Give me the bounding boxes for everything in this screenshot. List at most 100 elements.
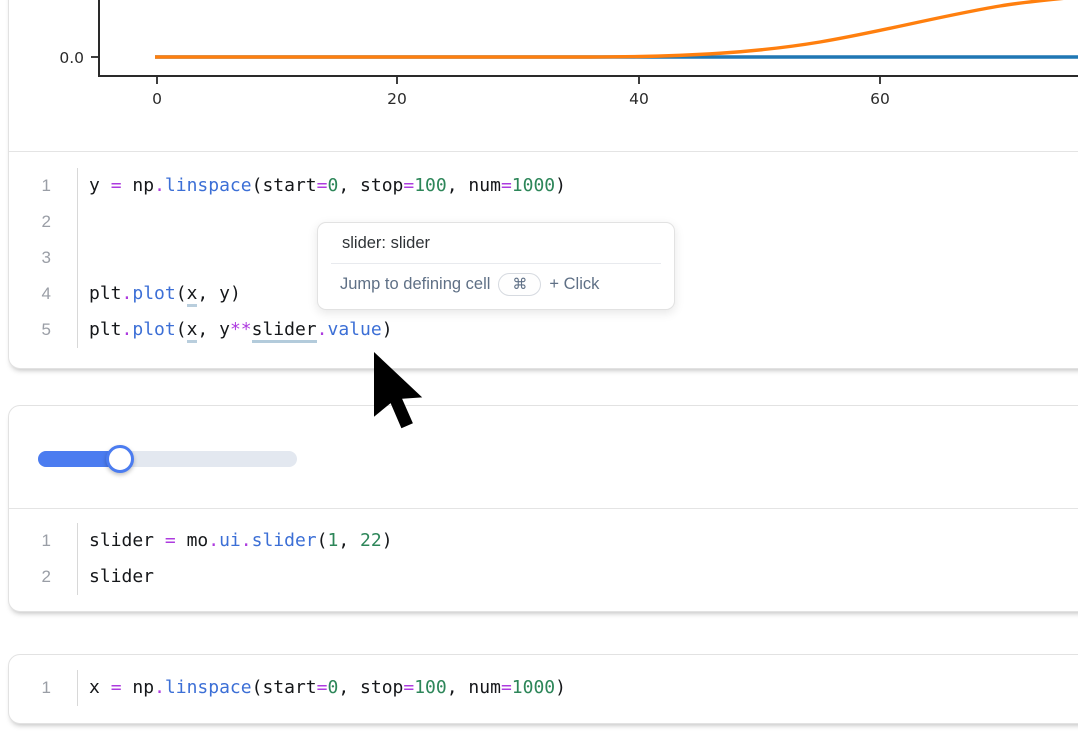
code-token: num xyxy=(468,677,501,698)
code-token xyxy=(458,175,469,196)
x-tick-label: 60 xyxy=(870,90,890,108)
code-line[interactable]: y = np.linspace(start=0, stop=100, num=1… xyxy=(78,168,566,204)
code-token[interactable]: x xyxy=(187,283,198,307)
cell-output-chart: 0.0 0 20 40 60 xyxy=(0,0,1078,151)
code-line[interactable] xyxy=(78,240,89,276)
notebook-cell-slider[interactable]: 1slider = mo.ui.slider(1, 22)2 slider xyxy=(8,405,1078,612)
line-number: 2 xyxy=(9,559,78,595)
code-token: = xyxy=(403,175,414,196)
code-line[interactable]: x = np.linspace(start=0, stop=100, num=1… xyxy=(78,670,566,706)
notebook-cell-plot[interactable]: 0.0 0 20 40 60 1y = np.linspace(start=0,… xyxy=(8,0,1078,369)
command-key-icon: ⌘ xyxy=(498,273,541,296)
code-token: 100 xyxy=(414,175,447,196)
code-token xyxy=(176,530,187,551)
variable-tooltip: slider: slider Jump to defining cell ⌘ +… xyxy=(317,222,675,310)
code-token: plt xyxy=(89,319,122,340)
code-token: . xyxy=(317,319,328,340)
line-number: 1 xyxy=(9,168,78,204)
code-editor[interactable]: 1slider = mo.ui.slider(1, 22)2 slider xyxy=(9,509,1078,595)
slider-reference-underlined[interactable]: slider xyxy=(252,319,317,343)
code-token: . xyxy=(122,283,133,304)
code-token: start xyxy=(262,677,316,698)
code-token xyxy=(208,283,219,304)
code-token xyxy=(349,530,360,551)
line-number: 1 xyxy=(9,523,78,559)
code-token: = xyxy=(501,677,512,698)
line-number: 5 xyxy=(9,312,78,348)
code-token: , xyxy=(338,677,349,698)
code-token xyxy=(208,319,219,340)
code-token: mo xyxy=(187,530,209,551)
code-token: ( xyxy=(317,530,328,551)
code-token: ) xyxy=(382,319,393,340)
code-token: , xyxy=(447,175,458,196)
matplotlib-chart: 0.0 0 20 40 60 xyxy=(0,0,1078,151)
code-token: plot xyxy=(132,319,175,340)
code-token: 22 xyxy=(360,530,382,551)
code-token: ( xyxy=(252,677,263,698)
x-tick-label: 20 xyxy=(387,90,407,108)
slider-thumb[interactable] xyxy=(106,445,134,473)
code-token xyxy=(122,677,133,698)
code-token: start xyxy=(262,175,316,196)
code-token: = xyxy=(165,530,176,551)
code-token: 1 xyxy=(328,530,339,551)
series-line-orange xyxy=(155,0,1078,57)
code-token: np xyxy=(132,175,154,196)
code-token: ( xyxy=(252,175,263,196)
code-token: plot xyxy=(132,283,175,304)
tooltip-click-hint: + Click xyxy=(549,275,599,294)
code-row[interactable]: 1slider = mo.ui.slider(1, 22) xyxy=(9,523,1078,559)
code-token: = xyxy=(317,175,328,196)
notebook-cell-x[interactable]: 1x = np.linspace(start=0, stop=100, num=… xyxy=(8,654,1078,724)
code-token: = xyxy=(111,175,122,196)
code-token: value xyxy=(328,319,382,340)
code-token: ) xyxy=(382,530,393,551)
code-token: slider xyxy=(89,566,154,587)
code-token: ) xyxy=(555,175,566,196)
code-line[interactable]: plt.plot(x, y) xyxy=(78,276,241,312)
code-token: 100 xyxy=(414,677,447,698)
code-token: 1000 xyxy=(512,175,555,196)
code-token: ( xyxy=(176,319,187,340)
slider[interactable] xyxy=(38,451,297,467)
code-row[interactable]: 5plt.plot(x, y**slider.value) xyxy=(9,312,1078,348)
code-token xyxy=(100,175,111,196)
code-token xyxy=(458,677,469,698)
tooltip-action-label[interactable]: Jump to defining cell xyxy=(340,275,490,294)
x-tick-label: 40 xyxy=(629,90,649,108)
code-token: ** xyxy=(230,319,252,340)
code-token: y xyxy=(219,319,230,340)
code-token: x xyxy=(89,677,100,698)
code-token: , xyxy=(338,175,349,196)
code-token: , xyxy=(197,319,208,340)
code-editor[interactable]: 1x = np.linspace(start=0, stop=100, num=… xyxy=(9,655,1078,706)
code-token: 0 xyxy=(327,677,338,698)
code-token: np xyxy=(132,677,154,698)
code-token: . xyxy=(122,319,133,340)
code-token: , xyxy=(447,677,458,698)
code-line[interactable] xyxy=(78,204,89,240)
code-token: 1000 xyxy=(512,677,555,698)
code-token xyxy=(100,677,111,698)
line-number: 3 xyxy=(9,240,78,276)
code-token: y xyxy=(89,175,100,196)
code-token: = xyxy=(317,677,328,698)
x-tick-marks xyxy=(157,76,880,84)
code-token: . xyxy=(154,677,165,698)
code-row[interactable]: 1x = np.linspace(start=0, stop=100, num=… xyxy=(9,670,1078,706)
code-token: slider xyxy=(252,530,317,551)
code-token: = xyxy=(403,677,414,698)
code-token: stop xyxy=(360,677,403,698)
code-row[interactable]: 1y = np.linspace(start=0, stop=100, num=… xyxy=(9,168,1078,204)
code-row[interactable]: 2 slider xyxy=(9,559,1078,595)
code-line[interactable]: slider = mo.ui.slider(1, 22) xyxy=(78,523,393,559)
code-token: plt xyxy=(89,283,122,304)
y-tick-label: 0.0 xyxy=(59,49,84,67)
code-token[interactable]: x xyxy=(187,319,198,343)
line-number: 4 xyxy=(9,276,78,312)
code-line[interactable]: slider xyxy=(78,559,154,595)
code-token: . xyxy=(241,530,252,551)
mouse-cursor-icon xyxy=(374,352,430,432)
code-line[interactable]: plt.plot(x, y**slider.value) xyxy=(78,312,393,348)
